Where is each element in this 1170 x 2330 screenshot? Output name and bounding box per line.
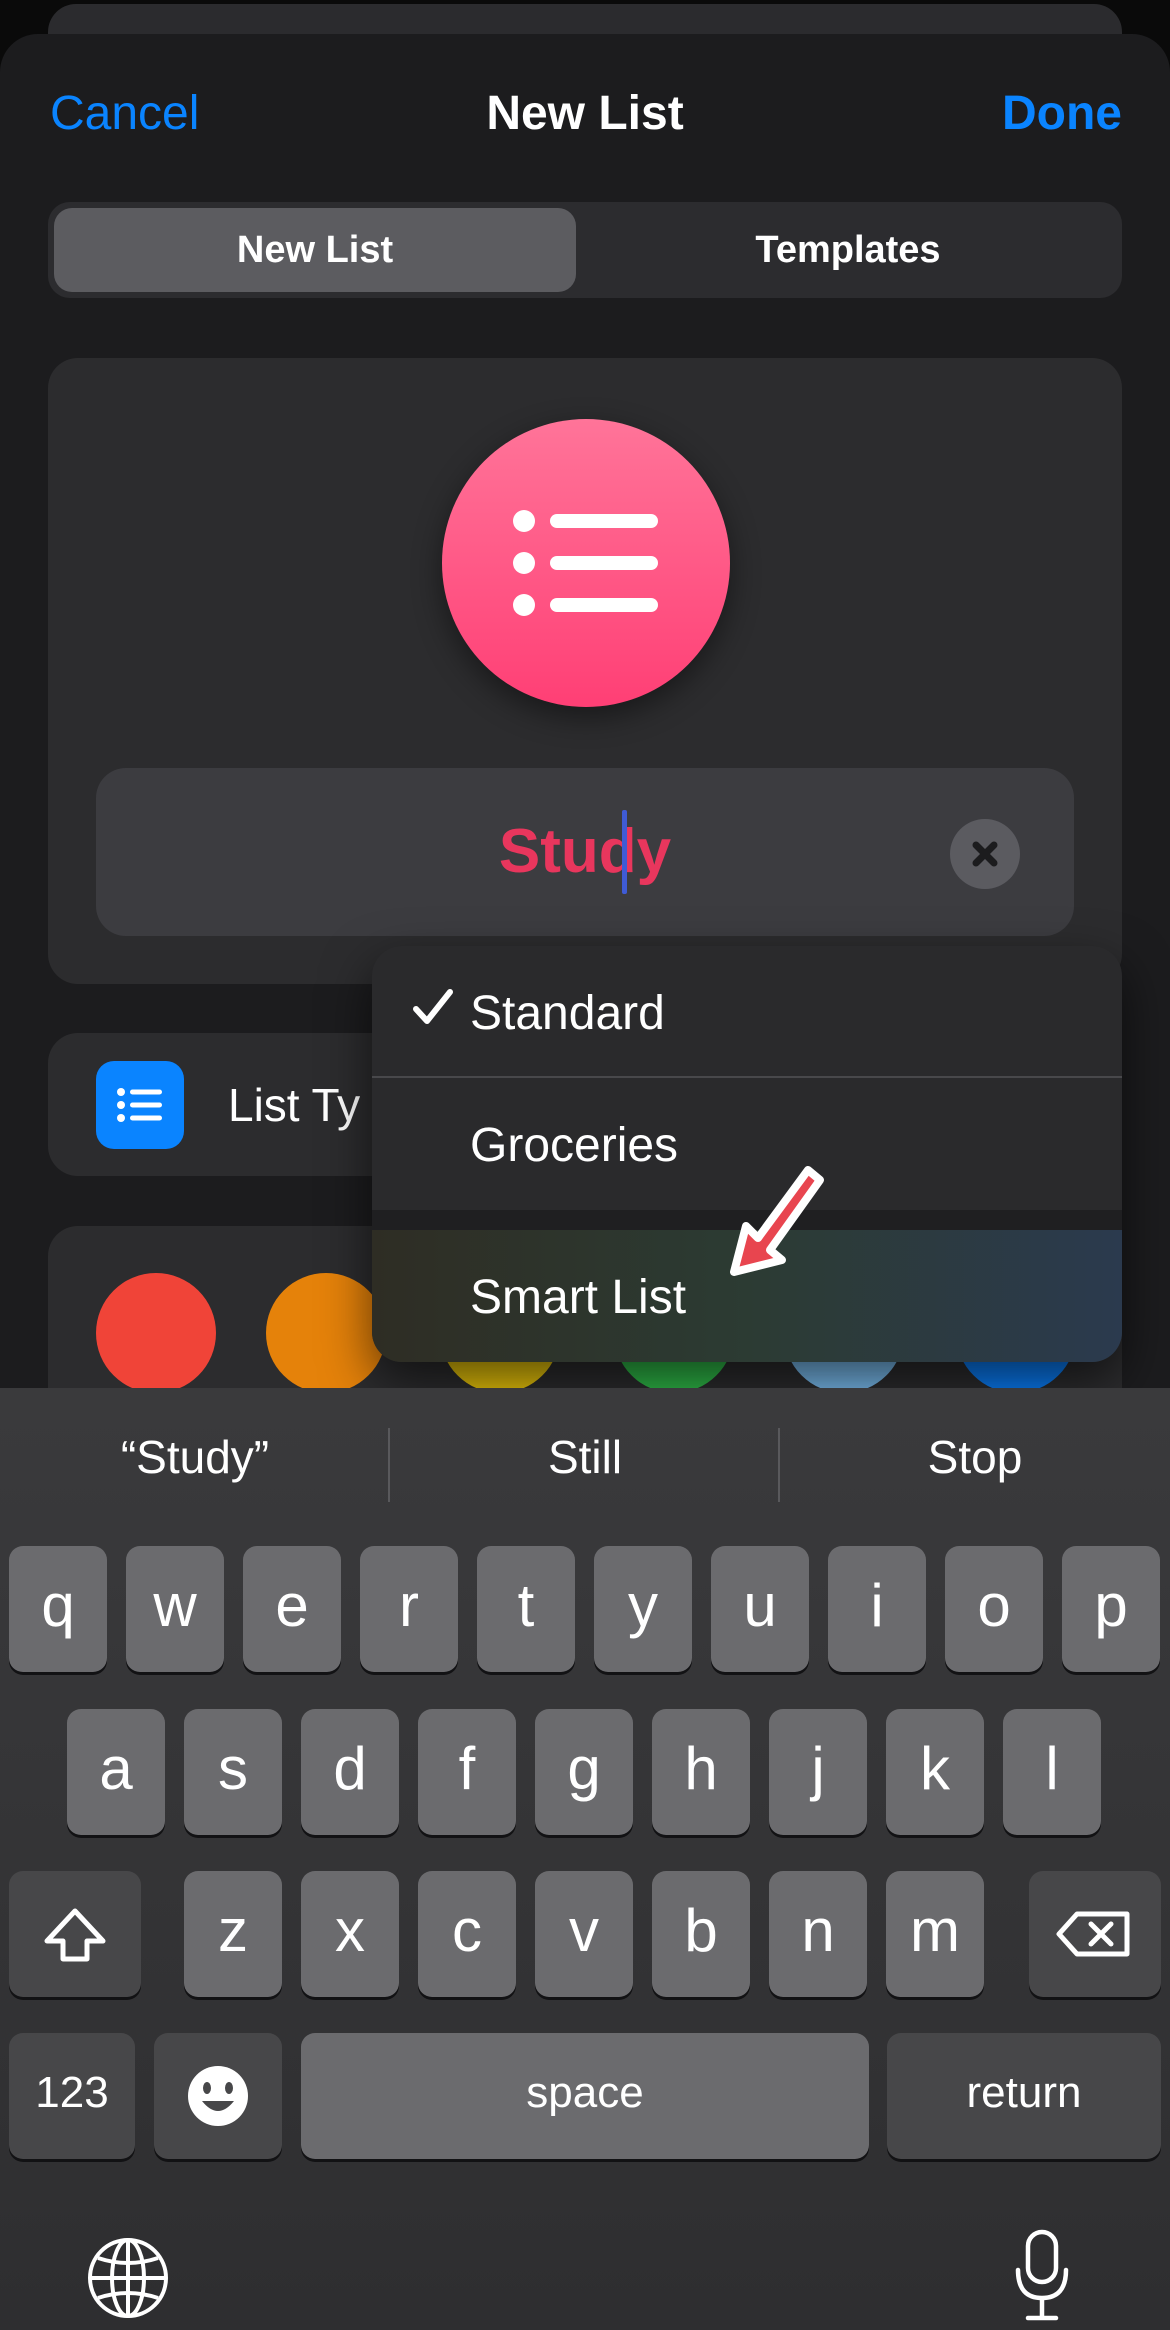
key-i[interactable]: i [828,1546,926,1672]
key-y[interactable]: y [594,1546,692,1672]
key-k[interactable]: k [886,1709,984,1835]
key-v[interactable]: v [535,1871,633,1997]
key-t[interactable]: t [477,1546,575,1672]
segment-new-list[interactable]: New List [54,208,576,292]
page-title: New List [486,87,684,140]
color-swatch-red[interactable] [96,1273,216,1393]
key-e[interactable]: e [243,1546,341,1672]
done-button[interactable]: Done [1002,86,1122,141]
key-z[interactable]: z [184,1871,282,1997]
key-g[interactable]: g [535,1709,633,1835]
key-u[interactable]: u [711,1546,809,1672]
key-f[interactable]: f [418,1709,516,1835]
shift-arrow-icon [44,1908,106,1962]
key-p[interactable]: p [1062,1546,1160,1672]
delete-key[interactable] [1029,1871,1161,1997]
key-q[interactable]: q [9,1546,107,1672]
return-key[interactable]: return [887,2033,1161,2159]
list-bullet-icon[interactable] [442,419,730,707]
emoji-key[interactable] [154,2033,282,2159]
key-s[interactable]: s [184,1709,282,1835]
menu-item-standard[interactable]: Standard [372,946,1122,1076]
list-bullet-icon [96,1061,184,1149]
checkmark-icon [413,989,453,1024]
list-type-label: List Ty [228,1079,361,1131]
key-d[interactable]: d [301,1709,399,1835]
key-n[interactable]: n [769,1871,867,1997]
menu-item-label: Standard [470,987,665,1040]
key-j[interactable]: j [769,1709,867,1835]
key-r[interactable]: r [360,1546,458,1672]
suggestion-1[interactable]: “Study” [0,1430,390,1484]
space-key[interactable]: space [301,2033,869,2159]
close-icon [972,841,998,867]
key-a[interactable]: a [67,1709,165,1835]
annotation-arrow-icon [730,1166,824,1276]
numbers-key[interactable]: 123 [9,2033,135,2159]
menu-item-label: Groceries [470,1119,679,1172]
list-name-value[interactable]: Study [96,768,1074,936]
suggestion-2[interactable]: Still [390,1430,780,1484]
emoji-smile-icon [188,2066,248,2126]
key-c[interactable]: c [418,1871,516,1997]
segment-templates[interactable]: Templates [580,208,1116,292]
color-swatch-orange[interactable] [266,1273,386,1393]
segmented-control: New List Templates [48,202,1122,298]
clear-text-button[interactable] [950,819,1020,889]
key-o[interactable]: o [945,1546,1043,1672]
key-h[interactable]: h [652,1709,750,1835]
keyboard [0,1388,1170,2330]
suggestion-3[interactable]: Stop [780,1430,1170,1484]
text-cursor [622,810,627,894]
screen: Cancel New List Done New List Templates … [0,0,1170,2330]
menu-item-label: Smart List [470,1271,687,1324]
key-l[interactable]: l [1003,1709,1101,1835]
microphone-icon[interactable] [1010,2228,1074,2324]
key-w[interactable]: w [126,1546,224,1672]
shift-key[interactable] [9,1871,141,1997]
delete-backspace-icon [1056,1911,1130,1957]
key-x[interactable]: x [301,1871,399,1997]
key-b[interactable]: b [652,1871,750,1997]
globe-icon[interactable] [86,2236,170,2320]
key-m[interactable]: m [886,1871,984,1997]
